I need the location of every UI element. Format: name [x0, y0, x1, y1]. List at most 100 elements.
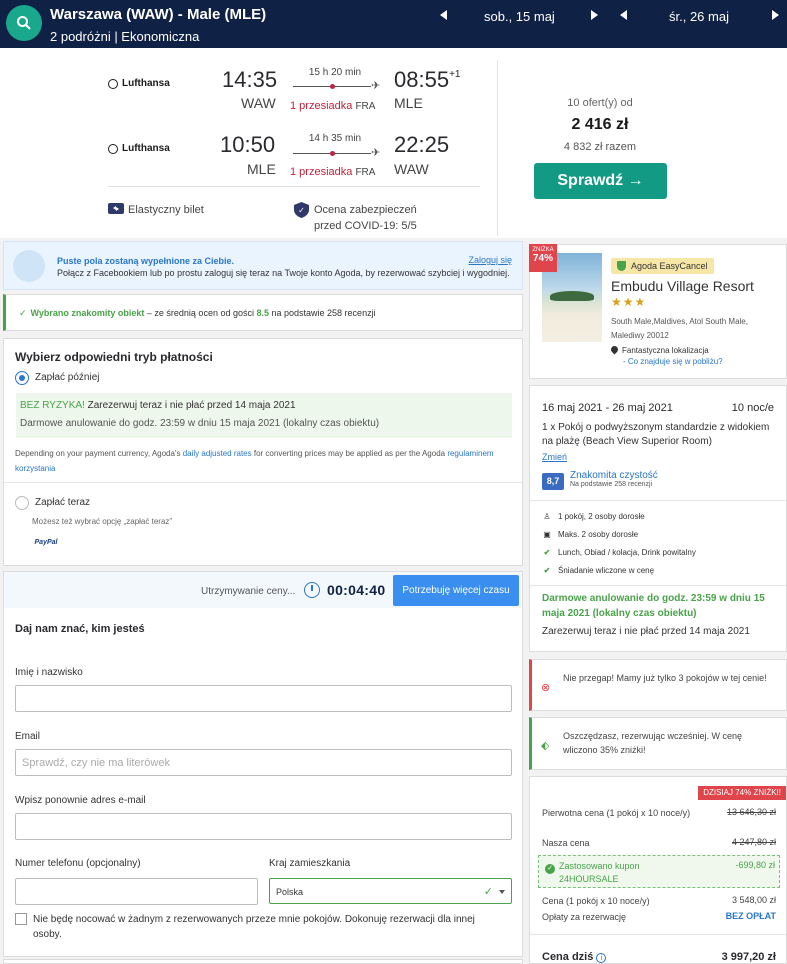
- globe-icon: [13, 250, 45, 282]
- lufthansa-logo-icon: [108, 143, 118, 154]
- name-label: Imię i nazwisko: [15, 667, 83, 678]
- shield-icon: [617, 261, 626, 271]
- prev-depart-date-arrow-icon[interactable]: [440, 10, 447, 20]
- room-price-label: Cena (1 pokój x 10 noce/y): [542, 896, 650, 906]
- return-date[interactable]: śr., 26 maj: [669, 9, 729, 24]
- savings-alert: ⬖ Oszczędzasz, rezerwując wcześniej. W c…: [529, 717, 787, 770]
- covid-label-1: Ocena zabezpieczeń: [314, 204, 417, 216]
- login-link[interactable]: Zaloguj się: [468, 255, 512, 265]
- airline-name: Lufthansa: [122, 78, 170, 89]
- airline-name: Lufthansa: [122, 143, 170, 154]
- outbound-stops: 1 przesiadka FRA: [290, 100, 375, 112]
- other-guest-checkbox[interactable]: [15, 913, 27, 925]
- original-price-label: Pierwotna cena (1 pokój x 10 noce/y): [542, 808, 691, 818]
- amenity-breakfast: ✔ Śniadanie wliczone w cenę: [542, 566, 654, 575]
- pay-now-label[interactable]: Zapłać teraz: [35, 497, 90, 508]
- covid-label-2: przed COVID-19: 5/5: [314, 220, 417, 232]
- hotel-address: South Male,Maldives, Atol South Male, Ma…: [611, 317, 748, 340]
- email-input[interactable]: [15, 749, 512, 776]
- free-cancel-text: Darmowe anulowanie do godz. 23:59 w dniu…: [542, 593, 765, 619]
- free-cancel-text: Darmowe anulowanie do godz. 23:59 w dniu…: [20, 418, 380, 429]
- outbound-duration: 15 h 20 min: [308, 67, 362, 78]
- facebook-subtitle: Połącz z Facebookiem lub po prostu zalog…: [57, 268, 510, 278]
- route-title[interactable]: Warszawa (WAW) - Male (MLE): [50, 6, 266, 23]
- flexible-ticket-icon: [108, 203, 124, 214]
- alarm-icon: ⊗: [541, 682, 551, 694]
- check-icon: ✔: [543, 548, 551, 557]
- facebook-login-banner: Puste pola zostaną wypełnione za Ciebie.…: [3, 241, 523, 290]
- country-label: Kraj zamieszkania: [269, 858, 351, 869]
- country-value: Polska: [276, 887, 304, 897]
- fee-label: Opłaty za rezerwację: [542, 912, 627, 922]
- search-button[interactable]: [6, 5, 42, 41]
- stay-dates: 16 maj 2021 - 26 maj 2021: [542, 402, 673, 414]
- form-title: Daj nam znać, kim jesteś: [15, 623, 145, 635]
- lufthansa-logo-icon: [108, 78, 118, 89]
- search-icon: [17, 16, 31, 30]
- pay-later-text: Zarezerwuj teraz i nie płać przed 14 maj…: [542, 626, 750, 637]
- coupon-label: Zastosowano kupon: [559, 861, 640, 871]
- next-return-date-arrow-icon[interactable]: [772, 10, 779, 20]
- outbound-arrival-time: 08:55+1: [394, 67, 460, 93]
- pay-now-radio[interactable]: [15, 496, 29, 510]
- coupon-code: 24HOURSALE: [559, 874, 619, 884]
- outbound-via: FRA: [355, 101, 376, 112]
- nearby-link[interactable]: - Co znajduje się w pobliżu?: [623, 357, 723, 366]
- email-confirm-input[interactable]: [15, 813, 512, 840]
- savings-text: Oszczędzasz, rezerwując wcześniej. W cen…: [563, 731, 743, 755]
- prev-return-date-arrow-icon[interactable]: [620, 10, 627, 20]
- known-property-notice: ✓ Wybrano znakomity obiekt – ze średnią o…: [3, 294, 523, 331]
- hotel-name: Embudu Village Resort: [611, 278, 754, 294]
- pay-later-radio[interactable]: [15, 371, 29, 385]
- tag-icon: ⬖: [541, 740, 550, 752]
- stay-summary: 16 maj 2021 - 26 maj 2021 10 noc/e 1 x P…: [529, 385, 787, 652]
- change-room-link[interactable]: Zmień: [542, 452, 567, 462]
- known-score: 8.5: [256, 308, 269, 318]
- country-select[interactable]: Polska ✓: [269, 878, 512, 904]
- easy-cancel-label: Agoda EasyCancel: [631, 261, 708, 271]
- outbound-departure-code: WAW: [241, 95, 276, 111]
- more-time-button[interactable]: Potrzebuję więcej czasu: [393, 575, 519, 606]
- outbound-stop-dot: [330, 84, 335, 89]
- phone-input[interactable]: [15, 878, 258, 905]
- person-icon: ♙: [543, 512, 551, 521]
- check-icon: ✓: [545, 864, 555, 874]
- discount-badge: ZNIŻKA 74%: [529, 244, 557, 272]
- airline-outbound: Lufthansa: [108, 78, 170, 89]
- info-icon[interactable]: i: [596, 953, 607, 963]
- next-depart-date-arrow-icon[interactable]: [591, 10, 598, 20]
- paypal-logo-icon: PayPal: [34, 539, 58, 546]
- inbound-stop-dot: [330, 151, 335, 156]
- depart-date[interactable]: sob., 15 maj: [484, 9, 555, 24]
- flexible-ticket: Elastyczny bilet: [108, 202, 204, 218]
- coupon-text: Zastosowano kupon 24HOURSALE: [559, 860, 640, 886]
- check-icon: ✓: [19, 308, 27, 318]
- cleanliness-reviews: Na podstawie 258 recenzji: [570, 481, 653, 488]
- name-input[interactable]: [15, 685, 512, 712]
- daily-rates-link[interactable]: daily adjusted rates: [183, 449, 252, 458]
- location-label: Fantastyczna lokalizacja: [622, 346, 709, 355]
- outbound-departure-time: 14:35: [222, 67, 278, 92]
- note-text-1: Depending on your payment currency, Agod…: [15, 449, 183, 458]
- phone-label: Numer telefonu (opcjonalny): [15, 858, 141, 869]
- other-guest-label[interactable]: Nie będę nocować w żadnym z rezerwowanyc…: [33, 912, 503, 942]
- discount-badge-value: 74%: [532, 253, 553, 264]
- day-offset: +1: [449, 69, 461, 80]
- next-section: [3, 959, 523, 964]
- plane-icon: ✈: [371, 80, 381, 92]
- outbound-arrival-code: MLE: [394, 95, 423, 111]
- stay-nights: 10 noc/e: [731, 402, 774, 414]
- email-confirm-label: Wpisz ponownie adres e-mail: [15, 795, 146, 806]
- covid-score: ✓ Ocena zabezpieczeń przed COVID-19: 5/5: [294, 202, 417, 234]
- svg-text:✓: ✓: [298, 206, 305, 215]
- known-property-text: ✓ Wybrano znakomity obiekt – ze średnią o…: [19, 308, 376, 319]
- divider: [530, 934, 786, 935]
- clock-icon: [304, 582, 320, 598]
- amenity-occupancy: ♙ 1 pokój, 2 osoby dorosłe: [542, 512, 644, 521]
- pay-later-label[interactable]: Zapłać później: [35, 372, 99, 383]
- payment-section: Wybierz odpowiedni tryb płatności Zapłać…: [3, 338, 523, 566]
- coupon-value: -699,80 zł: [735, 860, 775, 870]
- check-button[interactable]: Sprawdź →: [534, 163, 667, 199]
- divider: [530, 585, 786, 586]
- trip-info[interactable]: 2 podróżni | Ekonomiczna: [50, 29, 199, 44]
